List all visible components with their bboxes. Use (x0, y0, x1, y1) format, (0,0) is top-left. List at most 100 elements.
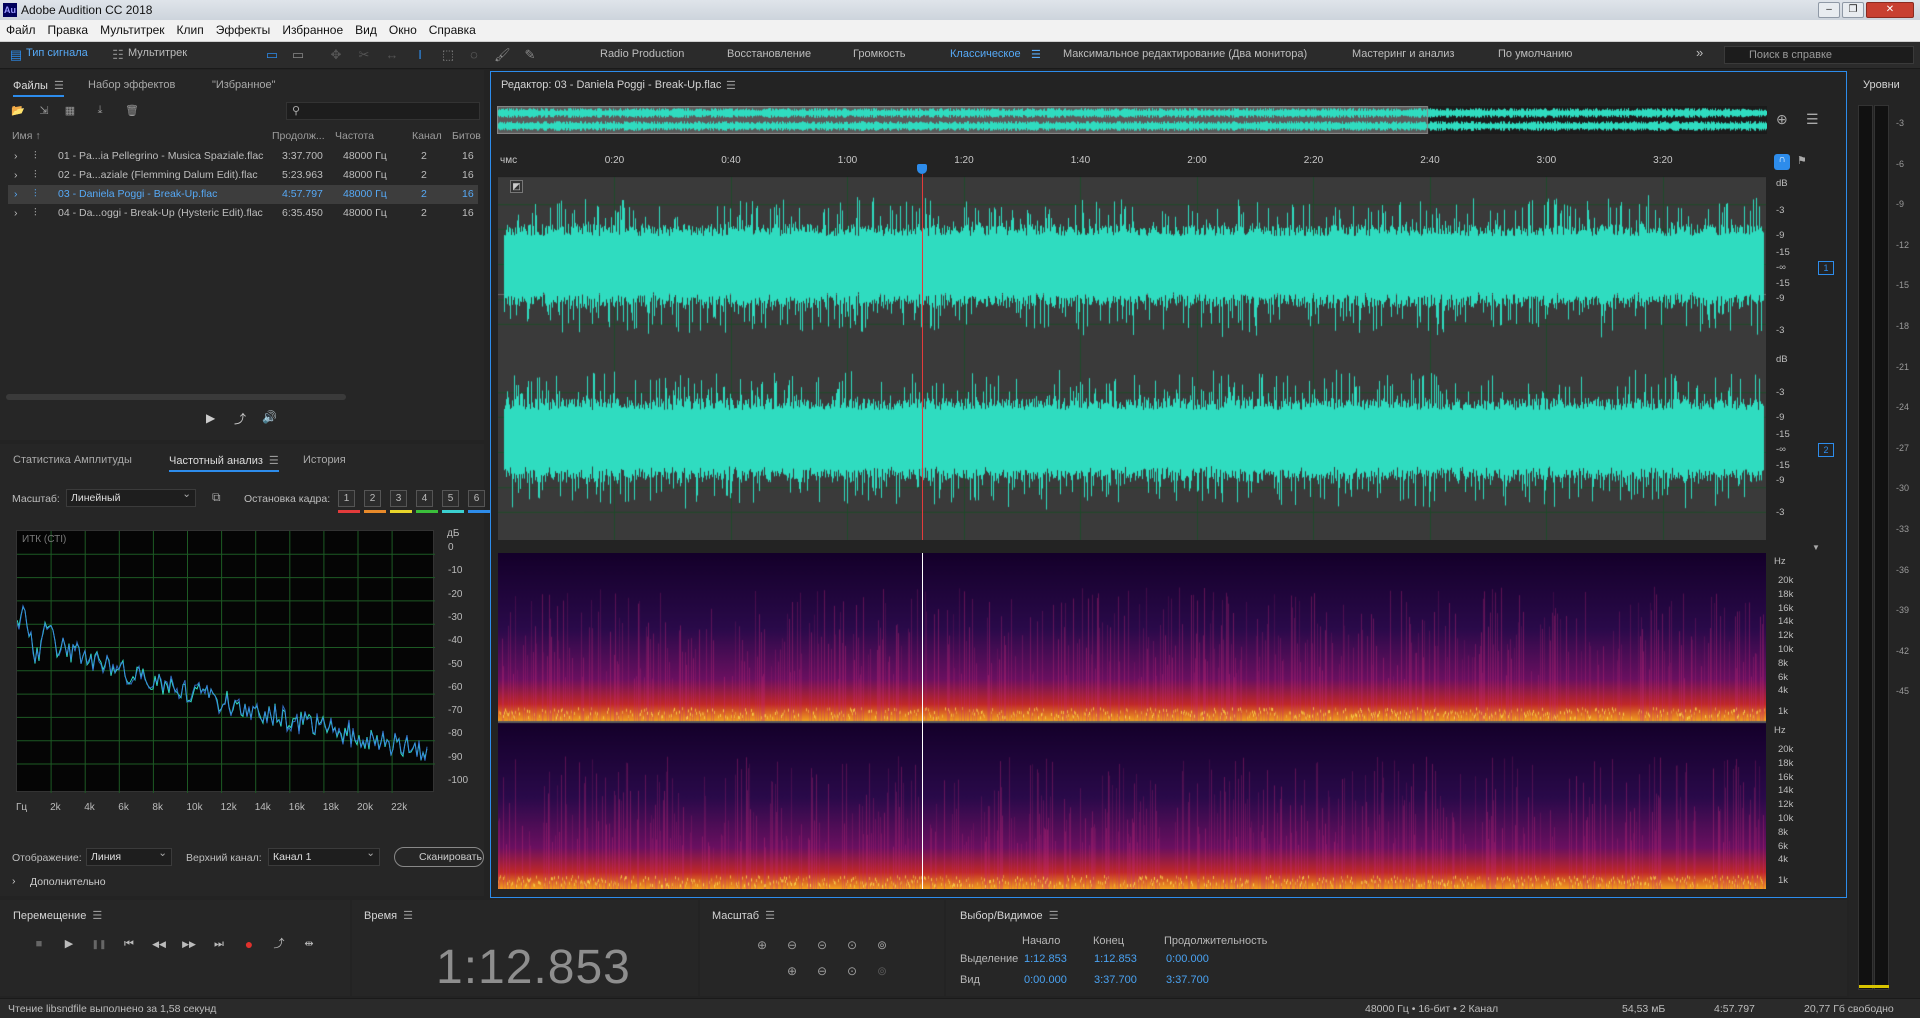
tab-favorites[interactable]: "Избранное" (212, 79, 276, 91)
marker-icon[interactable]: ⚑ (1797, 154, 1807, 167)
zoom-selected-tracks-icon[interactable]: ⊚ (871, 962, 893, 980)
panel-menu-icon[interactable]: ☰ (765, 909, 775, 922)
hold-frame-4-button[interactable]: 4 (416, 490, 433, 507)
hold-frame-2-button[interactable]: 2 (364, 490, 381, 507)
move-tool-icon[interactable]: ✥ (328, 47, 344, 63)
files-search-input[interactable] (286, 102, 480, 120)
files-scrollbar[interactable] (6, 394, 346, 400)
brush-tool-icon[interactable]: 🖌 (494, 47, 511, 63)
advanced-toggle[interactable]: Дополнительно (30, 876, 106, 888)
multitrack-mode-button[interactable]: Мультитрек (128, 47, 187, 59)
zoom-out-time-icon[interactable]: ⊖ (811, 962, 833, 980)
tab-effects-rack[interactable]: Набор эффектов (88, 79, 175, 91)
col-duration[interactable]: Продолж... (272, 130, 325, 142)
delete-file-icon[interactable]: 🗑 (124, 104, 140, 118)
tab-amplitude-stats[interactable]: Статистика Амплитуды (13, 454, 132, 466)
rewind-button[interactable]: ◀◀ (150, 935, 168, 953)
channel-2-toggle[interactable]: 2 (1818, 443, 1834, 457)
file-row[interactable]: › ⫶ 03 - Daniela Poggi - Break-Up.flac 4:57… (8, 185, 478, 204)
editor-menu-icon[interactable]: ☰ (726, 79, 736, 92)
waveform-display-icon[interactable]: ▭ (264, 47, 280, 63)
panel-menu-icon[interactable]: ☰ (269, 454, 279, 467)
workspace-loudness[interactable]: Громкость (853, 48, 905, 60)
channel-dropdown[interactable]: Канал 1 (268, 847, 380, 866)
zoom-to-fit-icon[interactable]: ⊕ (1776, 111, 1788, 128)
pause-button[interactable]: ❚❚ (90, 935, 108, 953)
time-selection-tool-icon[interactable]: I (412, 47, 428, 63)
razor-tool-icon[interactable]: ✂ (356, 47, 372, 63)
workspace-dual-monitor[interactable]: Максимальное редактирование (Два монитор… (1063, 48, 1307, 60)
workspace-mastering[interactable]: Мастеринг и анализ (1352, 48, 1454, 60)
workspace-menu-icon[interactable]: ☰ (1031, 48, 1041, 61)
autoplay-icon[interactable]: 🔊 (262, 410, 277, 424)
col-bits[interactable]: Битов (452, 130, 481, 142)
hold-frame-5-button[interactable]: 5 (442, 490, 459, 507)
tab-history[interactable]: История (303, 454, 346, 466)
snap-toggle-icon[interactable]: ∩ (1774, 154, 1790, 170)
waveform-mode-button[interactable]: Тип сигнала (26, 47, 88, 59)
display-dropdown[interactable]: Линия (86, 847, 172, 866)
view-end-field[interactable]: 3:37.700 (1094, 974, 1137, 986)
workspace-classic[interactable]: Классическое (950, 48, 1021, 60)
panel-menu-icon[interactable]: ☰ (403, 909, 413, 922)
play-button[interactable]: ▶ (60, 935, 78, 953)
selection-start-field[interactable]: 1:12.853 (1024, 953, 1067, 965)
menu-favorites[interactable]: Избранное (276, 20, 349, 37)
hold-frame-6-button[interactable]: 6 (468, 490, 485, 507)
scale-dropdown[interactable]: Линейный (66, 488, 196, 507)
stop-button[interactable]: ■ (30, 935, 48, 953)
selection-duration-field[interactable]: 0:00.000 (1166, 953, 1209, 965)
loop-playback-button[interactable]: ⤴ (270, 935, 288, 953)
splitter-chevron-icon[interactable]: ▼ (1812, 543, 1820, 552)
workspace-restoration[interactable]: Восстановление (727, 48, 811, 60)
go-to-start-button[interactable]: ⏮ (120, 935, 138, 953)
preview-play-icon[interactable]: ▶ (206, 411, 215, 425)
record-button[interactable]: ● (240, 935, 258, 953)
menu-edit[interactable]: Правка (42, 20, 95, 37)
spectral-display[interactable] (498, 553, 1766, 889)
file-row[interactable]: › ⫶ 01 - Pa...ia Pellegrino - Musica Spazi… (8, 147, 478, 166)
skip-selection-button[interactable]: ⇹ (300, 935, 318, 953)
tab-frequency-analysis[interactable]: Частотный анализ ☰ (169, 454, 279, 472)
lasso-tool-icon[interactable]: ◌ (466, 47, 482, 63)
panel-menu-icon[interactable]: ☰ (54, 79, 64, 92)
hud-toggle-icon[interactable]: ◩ (510, 180, 523, 193)
file-row[interactable]: › ⫶ 04 - Da...oggi - Break-Up (Hysteric Ed… (8, 204, 478, 223)
healing-tool-icon[interactable]: ✎ (522, 47, 538, 63)
zoom-to-selection-icon[interactable]: ⊙ (841, 962, 863, 980)
waveform-display[interactable] (498, 176, 1766, 540)
col-name[interactable]: Имя ↑ (12, 130, 41, 142)
advanced-chevron-icon[interactable]: › (12, 875, 16, 887)
scan-button[interactable]: Сканировать (394, 847, 484, 867)
selection-end-field[interactable]: 1:12.853 (1094, 953, 1137, 965)
view-duration-field[interactable]: 3:37.700 (1166, 974, 1209, 986)
zoom-in-amplitude-icon[interactable]: ⊕ (751, 936, 773, 954)
open-file-icon[interactable]: 📂 (10, 104, 26, 118)
spectral-display-icon[interactable]: ▭ (290, 47, 306, 63)
preview-loop-icon[interactable]: ⤴ (234, 410, 246, 427)
view-start-field[interactable]: 0:00.000 (1024, 974, 1067, 986)
tab-files[interactable]: Файлы ☰ (13, 79, 64, 97)
menu-view[interactable]: Вид (349, 20, 383, 37)
minimize-button[interactable]: ‒ (1818, 2, 1840, 18)
insert-into-multitrack-icon[interactable]: ⤓ (92, 104, 108, 118)
hold-frame-3-button[interactable]: 3 (390, 490, 407, 507)
workspace-default[interactable]: По умолчанию (1498, 48, 1572, 60)
close-button[interactable]: ✕ (1866, 2, 1914, 18)
panel-menu-icon[interactable]: ☰ (1049, 909, 1059, 922)
overview-waveform[interactable] (497, 106, 1767, 134)
panel-menu-icon[interactable]: ☰ (92, 909, 102, 922)
fast-forward-button[interactable]: ▶▶ (180, 935, 198, 953)
more-workspaces-button[interactable]: » (1696, 45, 1703, 60)
zoom-out-amplitude-icon[interactable]: ⊖ (781, 936, 803, 954)
zoom-in-at-start-icon[interactable]: ⊙ (841, 936, 863, 954)
menu-window[interactable]: Окно (383, 20, 423, 37)
new-file-icon[interactable]: ▦ (62, 104, 78, 118)
zoom-in-time-icon[interactable]: ⊕ (781, 962, 803, 980)
menu-effects[interactable]: Эффекты (210, 20, 277, 37)
import-file-icon[interactable]: ⇲ (36, 104, 52, 118)
slip-tool-icon[interactable]: ↔ (384, 47, 400, 63)
marquee-tool-icon[interactable]: ⬚ (440, 47, 456, 63)
maximize-button[interactable]: ❐ (1842, 2, 1864, 18)
zoom-out-full-icon[interactable]: ⊝ (811, 936, 833, 954)
